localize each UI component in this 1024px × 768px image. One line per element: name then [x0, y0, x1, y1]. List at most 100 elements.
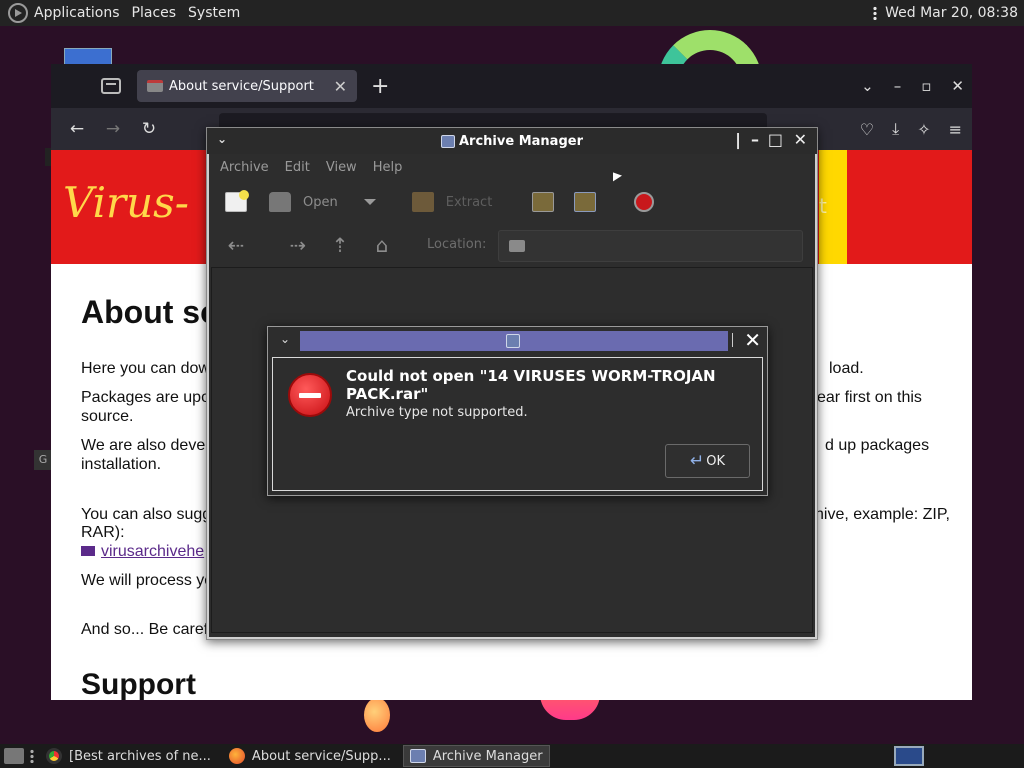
menu-help[interactable]: Help — [373, 160, 403, 175]
distro-logo-icon[interactable] — [8, 3, 28, 23]
close-icon[interactable]: ✕ — [794, 130, 807, 149]
error-dialog-body: Could not open "14 VIRUSES WORM-TROJAN P… — [272, 357, 763, 491]
browser-tab-title: About service/Support — [169, 78, 314, 94]
paragraph-suggest-2: RAR): — [81, 524, 125, 541]
task-firefox-window[interactable]: About service/Supp... — [223, 745, 397, 767]
open-button-label[interactable]: Open — [303, 195, 338, 210]
taskbar-handle-icon[interactable] — [30, 749, 34, 763]
download-icon[interactable]: ⤓ — [892, 119, 899, 139]
hamburger-menu-icon[interactable]: ≡ — [949, 120, 962, 139]
panel-clock[interactable]: Wed Mar 20, 08:38 — [885, 5, 1018, 21]
email-link[interactable]: virusarchivehe — [81, 543, 204, 561]
home-icon[interactable]: ⌂ — [371, 233, 393, 257]
archive-manager-navbar: ⇠ ⇢ ⇡ ⌂ Location: — [207, 224, 817, 266]
new-tab-icon[interactable]: + — [371, 74, 389, 99]
envelope-icon — [81, 546, 95, 556]
task-label: [Best archives of ne... — [69, 748, 211, 764]
stop-icon[interactable] — [634, 192, 655, 212]
error-dialog-titlebar[interactable] — [300, 331, 728, 351]
paragraph-suggest-end: chive, example: ZIP, — [807, 506, 950, 523]
browser-tab[interactable]: About service/Support ✕ — [137, 70, 357, 102]
location-label: Location: — [427, 237, 487, 252]
paragraph-develop-2: installation. — [81, 456, 162, 473]
archive-manager-menubar: Archive Edit View Help — [207, 154, 817, 180]
paragraph-download-end: load. — [829, 360, 864, 377]
close-tab-icon[interactable]: ✕ — [334, 77, 347, 96]
kebab-menu-icon[interactable] — [873, 6, 878, 20]
tab-list-icon[interactable] — [101, 78, 121, 94]
browser-tab-bar: About service/Support ✕ + ⌄ – ▫ ✕ — [51, 64, 972, 108]
menu-edit[interactable]: Edit — [285, 160, 310, 175]
pocket-icon[interactable]: ♡ — [860, 120, 874, 139]
open-icon[interactable] — [269, 192, 291, 212]
chevron-down-icon[interactable]: ⌄ — [861, 77, 874, 95]
page-heading-about: About so — [81, 294, 220, 330]
task-archive-manager[interactable]: Archive Manager — [402, 745, 550, 767]
extract-icon[interactable] — [411, 192, 434, 212]
paragraph-packages-2: source. — [81, 408, 134, 425]
paragraph-packages-end: ear first on this — [817, 389, 922, 406]
wallpaper-blob-shape — [364, 698, 390, 732]
forward-arrow-icon[interactable]: → — [103, 119, 123, 139]
forward-arrow-icon[interactable]: ⇢ — [287, 233, 309, 257]
show-desktop-icon[interactable] — [4, 748, 24, 764]
reload-icon[interactable]: ↻ — [139, 119, 159, 139]
folder-icon — [509, 240, 525, 252]
menu-applications[interactable]: Applications — [34, 5, 127, 21]
archive-manager-app-icon — [409, 749, 426, 763]
browser-toolbar: ♡ ⤓ ✧ ≡ — [842, 108, 962, 150]
archive-manager-toolbar: Open Extract — [207, 180, 817, 224]
minimize-icon[interactable]: – — [751, 130, 759, 149]
new-archive-icon[interactable] — [225, 190, 249, 212]
email-link-text[interactable]: virusarchivehe — [101, 543, 204, 560]
site-stripe-text: t — [819, 194, 827, 218]
task-label: About service/Supp... — [251, 748, 391, 764]
task-chrome-window[interactable]: [Best archives of ne... — [40, 745, 217, 767]
menu-places[interactable]: Places — [132, 5, 184, 21]
bottom-taskbar: [Best archives of ne... About service/Su… — [0, 744, 1024, 768]
ok-button[interactable]: ↵ OK — [665, 444, 750, 478]
location-field[interactable] — [498, 230, 803, 262]
return-arrow-icon: ↵ — [689, 451, 705, 471]
add-files-icon[interactable] — [532, 192, 555, 212]
site-logo[interactable]: Virus- — [63, 178, 189, 227]
page-heading-support: Support — [81, 668, 196, 700]
browser-window-controls: ⌄ – ▫ ✕ — [841, 64, 964, 108]
paragraph-suggest: You can also sugg — [81, 506, 212, 523]
back-arrow-icon[interactable]: ⇠ — [225, 233, 247, 257]
window-menu-separator: | — [735, 130, 741, 149]
minimize-icon[interactable]: – — [894, 77, 902, 95]
error-heading: Could not open "14 VIRUSES WORM-TROJAN P… — [346, 367, 716, 403]
maximize-icon[interactable]: □ — [768, 130, 783, 149]
back-arrow-icon[interactable]: ← — [67, 119, 87, 139]
window-menu-chevron-icon[interactable]: ⌄ — [280, 332, 290, 346]
workspace-switcher[interactable] — [894, 746, 924, 766]
error-message: Archive type not supported. — [346, 405, 528, 420]
archive-manager-titlebar[interactable]: ⌄ Archive Manager | – □ ✕ — [207, 128, 817, 154]
maximize-icon[interactable]: ▫ — [921, 77, 931, 95]
close-icon[interactable]: ✕ — [951, 77, 964, 95]
close-icon[interactable]: ✕ — [744, 328, 761, 352]
task-label: Archive Manager — [432, 748, 543, 764]
archive-manager-app-icon — [506, 334, 520, 348]
archive-manager-app-icon — [441, 134, 455, 148]
paragraph-careful: And so... Be caref — [81, 621, 209, 638]
window-menu-chevron-icon[interactable]: ⌄ — [217, 132, 227, 146]
error-dialog: ⌄ ✕ Could not open "14 VIRUSES WORM-TROJ… — [267, 326, 768, 496]
menu-view[interactable]: View — [326, 160, 357, 175]
paragraph-develop: We are also deve — [81, 437, 206, 454]
side-panel-letter[interactable]: G — [34, 450, 52, 470]
up-arrow-icon[interactable]: ⇡ — [329, 233, 351, 257]
extensions-icon[interactable]: ✧ — [917, 120, 930, 139]
paragraph-process: We will process yo — [81, 572, 214, 589]
paragraph-develop-end: d up packages — [825, 437, 930, 454]
paragraph-packages: Packages are upo — [81, 389, 210, 406]
firefox-icon — [228, 748, 245, 764]
add-folder-icon[interactable] — [574, 192, 597, 212]
menu-archive[interactable]: Archive — [220, 160, 269, 175]
menu-system[interactable]: System — [188, 5, 247, 21]
chrome-icon — [46, 748, 62, 764]
open-recent-dropdown-icon[interactable] — [363, 199, 376, 205]
ok-button-label: OK — [706, 453, 725, 469]
extract-button-label[interactable]: Extract — [446, 195, 493, 210]
